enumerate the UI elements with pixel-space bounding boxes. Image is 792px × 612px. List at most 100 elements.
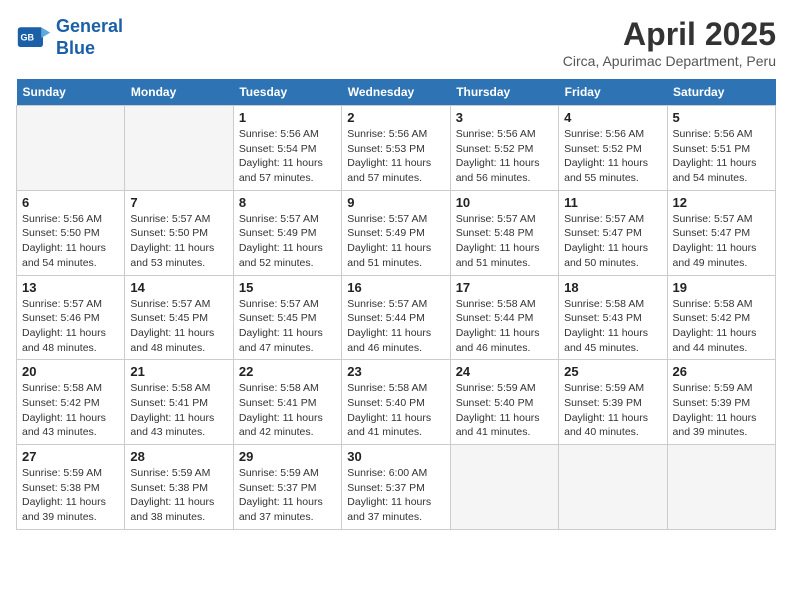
logo-text: General Blue	[56, 16, 123, 59]
day-info: Sunrise: 5:57 AM Sunset: 5:47 PM Dayligh…	[673, 212, 770, 271]
day-cell: 9 Sunrise: 5:57 AM Sunset: 5:49 PM Daylig…	[342, 190, 450, 275]
day-info: Sunrise: 5:57 AM Sunset: 5:45 PM Dayligh…	[239, 297, 336, 356]
day-info: Sunrise: 5:57 AM Sunset: 5:47 PM Dayligh…	[564, 212, 661, 271]
header-cell-thursday: Thursday	[450, 79, 558, 106]
day-number: 15	[239, 280, 336, 295]
day-cell: 18Sunrise: 5:58 AM Sunset: 5:43 PM Dayli…	[559, 275, 667, 360]
day-info: Sunrise: 5:59 AM Sunset: 5:38 PM Dayligh…	[22, 466, 119, 525]
day-number: 21	[130, 364, 227, 379]
day-number: 19	[673, 280, 770, 295]
day-info: Sunrise: 5:59 AM Sunset: 5:39 PM Dayligh…	[673, 381, 770, 440]
day-number: 30	[347, 449, 444, 464]
header-cell-tuesday: Tuesday	[233, 79, 341, 106]
day-cell: 20Sunrise: 5:58 AM Sunset: 5:42 PM Dayli…	[17, 360, 125, 445]
day-cell: 4 Sunrise: 5:56 AM Sunset: 5:52 PM Daylig…	[559, 106, 667, 191]
day-cell: 17 Sunrise: 5:58 AM Sunset: 5:44 PM Dayli…	[450, 275, 558, 360]
day-cell: 12 Sunrise: 5:57 AM Sunset: 5:47 PM Dayli…	[667, 190, 775, 275]
day-number: 16	[347, 280, 444, 295]
day-cell: 3Sunrise: 5:56 AM Sunset: 5:52 PM Daylig…	[450, 106, 558, 191]
logo-icon: GB	[16, 20, 52, 56]
day-info: Sunrise: 5:56 AM Sunset: 5:54 PM Dayligh…	[239, 127, 336, 186]
day-cell: 16 Sunrise: 5:57 AM Sunset: 5:44 PM Dayli…	[342, 275, 450, 360]
day-cell	[667, 445, 775, 530]
day-cell: 22 Sunrise: 5:58 AM Sunset: 5:41 PM Dayli…	[233, 360, 341, 445]
day-info: Sunrise: 6:00 AM Sunset: 5:37 PM Dayligh…	[347, 466, 444, 525]
week-row-4: 20Sunrise: 5:58 AM Sunset: 5:42 PM Dayli…	[17, 360, 776, 445]
day-number: 13	[22, 280, 119, 295]
header-cell-saturday: Saturday	[667, 79, 775, 106]
day-number: 9	[347, 195, 444, 210]
logo-line2: Blue	[56, 38, 95, 58]
day-number: 20	[22, 364, 119, 379]
logo-line1: General	[56, 16, 123, 36]
day-number: 27	[22, 449, 119, 464]
calendar-header: SundayMondayTuesdayWednesdayThursdayFrid…	[17, 79, 776, 106]
day-info: Sunrise: 5:58 AM Sunset: 5:40 PM Dayligh…	[347, 381, 444, 440]
month-title: April 2025	[563, 16, 776, 53]
day-cell: 30 Sunrise: 6:00 AM Sunset: 5:37 PM Dayli…	[342, 445, 450, 530]
day-number: 29	[239, 449, 336, 464]
day-info: Sunrise: 5:56 AM Sunset: 5:51 PM Dayligh…	[673, 127, 770, 186]
day-info: Sunrise: 5:59 AM Sunset: 5:37 PM Dayligh…	[239, 466, 336, 525]
day-number: 23	[347, 364, 444, 379]
day-cell: 19 Sunrise: 5:58 AM Sunset: 5:42 PM Dayli…	[667, 275, 775, 360]
day-cell	[125, 106, 233, 191]
day-number: 24	[456, 364, 553, 379]
header-cell-sunday: Sunday	[17, 79, 125, 106]
day-cell	[559, 445, 667, 530]
day-info: Sunrise: 5:58 AM Sunset: 5:42 PM Dayligh…	[673, 297, 770, 356]
day-number: 22	[239, 364, 336, 379]
week-row-1: 1Sunrise: 5:56 AM Sunset: 5:54 PM Daylig…	[17, 106, 776, 191]
day-number: 4	[564, 110, 661, 125]
day-number: 26	[673, 364, 770, 379]
day-number: 10	[456, 195, 553, 210]
day-cell: 11Sunrise: 5:57 AM Sunset: 5:47 PM Dayli…	[559, 190, 667, 275]
week-row-3: 13 Sunrise: 5:57 AM Sunset: 5:46 PM Dayli…	[17, 275, 776, 360]
day-info: Sunrise: 5:57 AM Sunset: 5:49 PM Dayligh…	[347, 212, 444, 271]
day-number: 7	[130, 195, 227, 210]
day-info: Sunrise: 5:56 AM Sunset: 5:52 PM Dayligh…	[564, 127, 661, 186]
day-number: 3	[456, 110, 553, 125]
day-number: 14	[130, 280, 227, 295]
header-cell-friday: Friday	[559, 79, 667, 106]
header-cell-wednesday: Wednesday	[342, 79, 450, 106]
day-cell: 15 Sunrise: 5:57 AM Sunset: 5:45 PM Dayli…	[233, 275, 341, 360]
week-row-5: 27 Sunrise: 5:59 AM Sunset: 5:38 PM Dayli…	[17, 445, 776, 530]
day-info: Sunrise: 5:58 AM Sunset: 5:44 PM Dayligh…	[456, 297, 553, 356]
day-info: Sunrise: 5:56 AM Sunset: 5:53 PM Dayligh…	[347, 127, 444, 186]
day-number: 12	[673, 195, 770, 210]
day-cell: 6Sunrise: 5:56 AM Sunset: 5:50 PM Daylig…	[17, 190, 125, 275]
title-block: April 2025 Circa, Apurimac Department, P…	[563, 16, 776, 69]
svg-text:GB: GB	[21, 32, 35, 42]
day-cell: 27 Sunrise: 5:59 AM Sunset: 5:38 PM Dayli…	[17, 445, 125, 530]
day-cell: 13 Sunrise: 5:57 AM Sunset: 5:46 PM Dayli…	[17, 275, 125, 360]
day-info: Sunrise: 5:58 AM Sunset: 5:41 PM Dayligh…	[130, 381, 227, 440]
day-number: 6	[22, 195, 119, 210]
page-header: GB General Blue April 2025 Circa, Apurim…	[16, 16, 776, 69]
day-info: Sunrise: 5:57 AM Sunset: 5:44 PM Dayligh…	[347, 297, 444, 356]
day-cell: 10 Sunrise: 5:57 AM Sunset: 5:48 PM Dayli…	[450, 190, 558, 275]
day-cell: 25Sunrise: 5:59 AM Sunset: 5:39 PM Dayli…	[559, 360, 667, 445]
day-info: Sunrise: 5:57 AM Sunset: 5:49 PM Dayligh…	[239, 212, 336, 271]
day-cell	[17, 106, 125, 191]
day-cell: 14 Sunrise: 5:57 AM Sunset: 5:45 PM Dayli…	[125, 275, 233, 360]
header-row: SundayMondayTuesdayWednesdayThursdayFrid…	[17, 79, 776, 106]
day-cell: 5Sunrise: 5:56 AM Sunset: 5:51 PM Daylig…	[667, 106, 775, 191]
day-number: 8	[239, 195, 336, 210]
day-info: Sunrise: 5:57 AM Sunset: 5:50 PM Dayligh…	[130, 212, 227, 271]
day-cell: 7 Sunrise: 5:57 AM Sunset: 5:50 PM Daylig…	[125, 190, 233, 275]
day-number: 2	[347, 110, 444, 125]
calendar-table: SundayMondayTuesdayWednesdayThursdayFrid…	[16, 79, 776, 530]
day-info: Sunrise: 5:59 AM Sunset: 5:40 PM Dayligh…	[456, 381, 553, 440]
day-cell: 1Sunrise: 5:56 AM Sunset: 5:54 PM Daylig…	[233, 106, 341, 191]
day-number: 28	[130, 449, 227, 464]
day-number: 18	[564, 280, 661, 295]
header-cell-monday: Monday	[125, 79, 233, 106]
day-info: Sunrise: 5:57 AM Sunset: 5:45 PM Dayligh…	[130, 297, 227, 356]
day-info: Sunrise: 5:58 AM Sunset: 5:41 PM Dayligh…	[239, 381, 336, 440]
day-number: 25	[564, 364, 661, 379]
day-cell: 23 Sunrise: 5:58 AM Sunset: 5:40 PM Dayli…	[342, 360, 450, 445]
day-info: Sunrise: 5:57 AM Sunset: 5:48 PM Dayligh…	[456, 212, 553, 271]
day-info: Sunrise: 5:57 AM Sunset: 5:46 PM Dayligh…	[22, 297, 119, 356]
day-number: 17	[456, 280, 553, 295]
